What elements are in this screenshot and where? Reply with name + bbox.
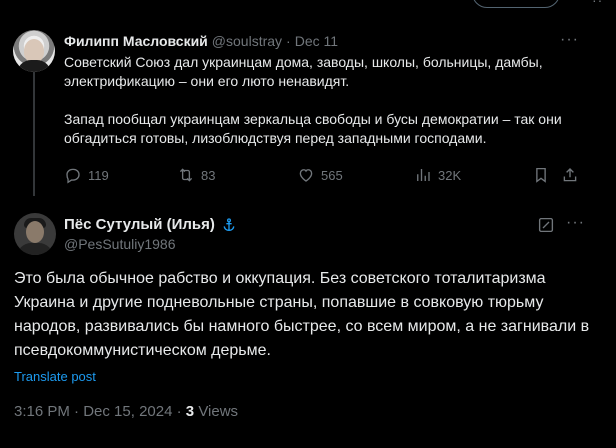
main-name-row: Пёс Сутулый (Илья) [64, 216, 237, 233]
grok-icon[interactable] [537, 216, 555, 234]
avatar-face [26, 221, 44, 243]
views-button[interactable]: 32K [414, 166, 461, 184]
parent-paragraph-1: Советский Союз дал украинцам дома, завод… [64, 54, 543, 89]
parent-avatar[interactable] [13, 30, 55, 72]
views-count: 32K [438, 167, 462, 183]
views-number: 3 [185, 403, 195, 420]
reply-button[interactable]: 119 [64, 166, 109, 184]
like-icon [299, 169, 313, 182]
reply-icon [66, 168, 80, 184]
translate-link[interactable]: Translate post [14, 369, 96, 384]
reply-count: 119 [88, 167, 109, 183]
meta-separator-1: · [74, 403, 80, 420]
like-count: 565 [321, 167, 343, 183]
parent-tweet[interactable]: Филипп Масловский @soulstray · Dec 11 ··… [0, 0, 616, 200]
share-icon [563, 168, 577, 182]
share-button[interactable] [561, 166, 579, 184]
post-page: · · Филипп Масловский @soulstray · Dec 11… [0, 0, 616, 448]
meta-separator-2: · [176, 403, 182, 420]
views-icon [417, 169, 430, 181]
post-meta: 3:16 PM · Dec 15, 2024 · 3 Views [14, 403, 238, 420]
main-avatar[interactable] [14, 213, 56, 255]
repost-icon [179, 168, 193, 182]
main-more-icon[interactable]: ··· [566, 214, 585, 232]
parent-header: Филипп Масловский @soulstray · Dec 11 [64, 33, 338, 51]
thread-line [33, 72, 35, 196]
parent-text: Советский Союз дал украинцам дома, завод… [64, 53, 584, 148]
anchor-icon [223, 217, 235, 231]
bookmark-icon [536, 167, 546, 183]
repost-button[interactable]: 83 [177, 166, 215, 184]
parent-handle[interactable]: @soulstray [212, 33, 282, 49]
parent-paragraph-2: Запад пообщал украинцам зеркальца свобод… [64, 111, 562, 146]
avatar-body [17, 243, 53, 255]
parent-date[interactable]: Dec 11 [295, 33, 338, 49]
main-handle[interactable]: @PesSutuliy1986 [64, 236, 176, 252]
parent-action-bar: 119 83 565 32K [64, 166, 584, 186]
post-time[interactable]: 3:16 PM [14, 403, 70, 420]
post-date[interactable]: Dec 15, 2024 [83, 403, 172, 420]
parent-more-icon[interactable]: ··· [560, 31, 579, 49]
bookmark-button[interactable] [532, 166, 550, 184]
main-text: Это была обычное рабство и оккупация. Бе… [14, 270, 590, 359]
repost-count: 83 [201, 167, 216, 183]
main-display-name[interactable]: Пёс Сутулый (Илья) [64, 216, 215, 233]
views-label: Views [198, 403, 239, 420]
avatar-shirt [17, 60, 51, 72]
parent-display-name[interactable]: Филипп Масловский [64, 33, 208, 49]
parent-separator: · [286, 33, 291, 49]
like-button[interactable]: 565 [297, 166, 343, 184]
